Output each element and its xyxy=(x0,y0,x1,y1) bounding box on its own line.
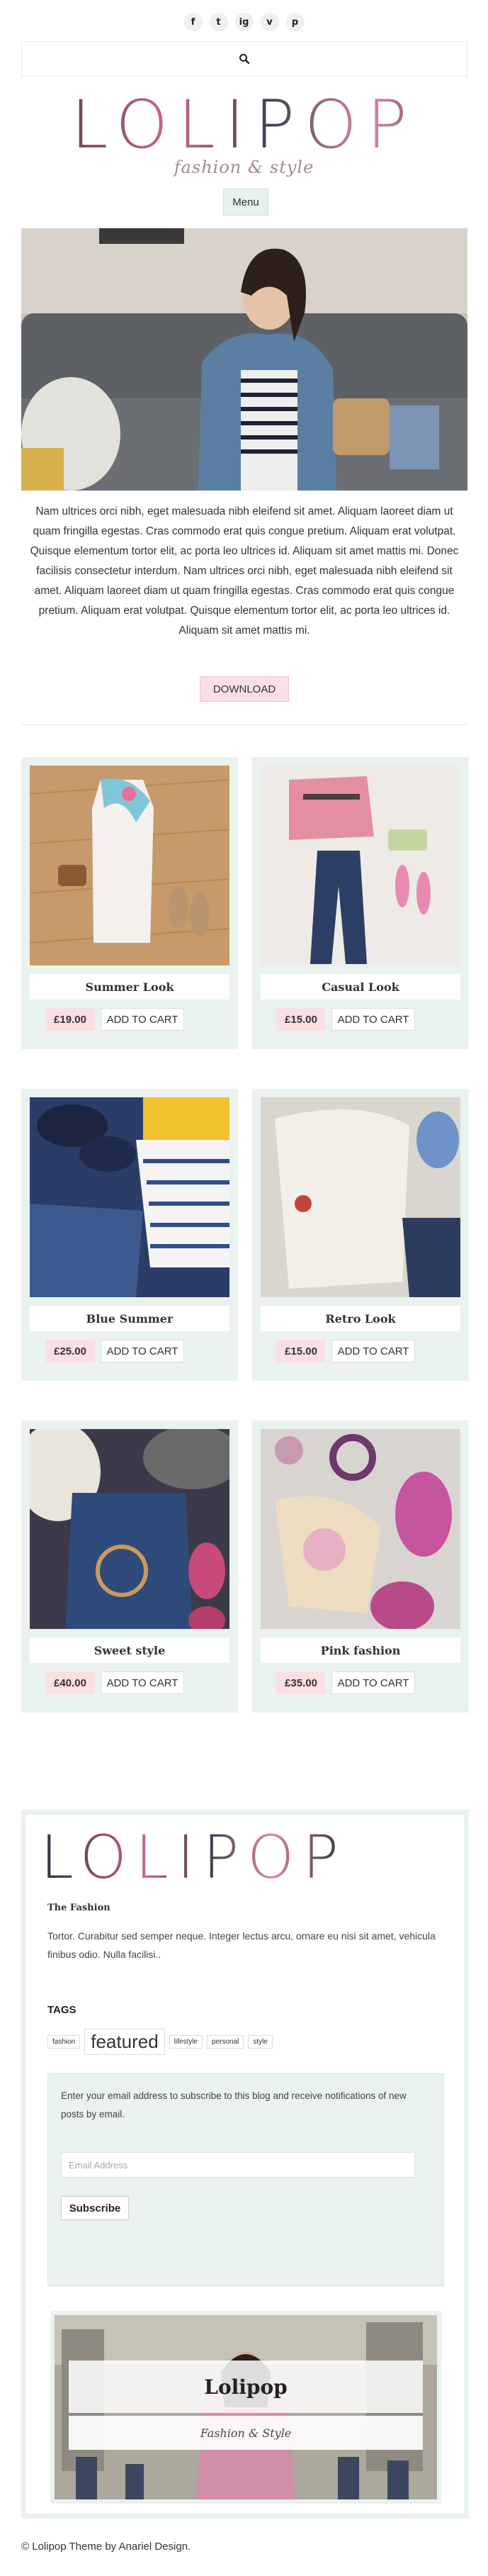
subscribe-button[interactable]: Subscribe xyxy=(61,2196,129,2220)
social-links: f t ig v p xyxy=(0,13,488,31)
product-image[interactable] xyxy=(30,766,229,965)
tag-link[interactable]: fashion xyxy=(47,2035,81,2049)
promo-subtitle: Fashion & Style xyxy=(69,2416,423,2450)
tag-link[interactable]: style xyxy=(248,2035,273,2049)
download-button[interactable]: DOWNLOAD xyxy=(200,676,289,702)
product-image[interactable] xyxy=(30,1097,229,1297)
footer-description: Tortor. Curabitur sed semper neque. Inte… xyxy=(47,1930,436,1960)
product-image[interactable] xyxy=(261,766,460,965)
search-input[interactable] xyxy=(21,41,467,77)
subscribe-widget: Enter your email address to subscribe to… xyxy=(47,2073,444,2286)
subscribe-text: Enter your email address to subscribe to… xyxy=(61,2090,407,2119)
add-to-cart-button[interactable]: ADD TO CART xyxy=(331,1340,415,1362)
product-title[interactable]: Retro Look xyxy=(261,1306,460,1331)
add-to-cart-button[interactable]: ADD TO CART xyxy=(101,1008,184,1031)
product-price: £15.00 xyxy=(276,1008,326,1031)
divider xyxy=(21,724,467,725)
pinterest-icon[interactable]: p xyxy=(285,13,305,31)
tag-link[interactable]: lifestyle xyxy=(169,2035,203,2049)
product-price: £40.00 xyxy=(45,1671,95,1694)
site-logo[interactable]: LOLIPOP fashion & style xyxy=(0,92,488,178)
product-card: Pink fashion £35.00 ADD TO CART xyxy=(252,1421,469,1713)
product-title[interactable]: Casual Look xyxy=(261,974,460,999)
product-card: Blue Summer £25.00 ADD TO CART xyxy=(21,1089,238,1381)
product-image[interactable] xyxy=(261,1097,460,1297)
menu-button[interactable]: Menu xyxy=(223,189,268,215)
intro-text: Nam ultrices orci nibh, eget malesuada n… xyxy=(30,505,459,637)
product-title[interactable]: Summer Look xyxy=(30,974,229,999)
product-title[interactable]: Blue Summer xyxy=(30,1306,229,1331)
tag-link[interactable]: featured xyxy=(84,2029,165,2055)
instagram-icon[interactable]: ig xyxy=(234,13,254,31)
product-card: Retro Look £15.00 ADD TO CART xyxy=(252,1089,469,1381)
product-image[interactable] xyxy=(261,1429,460,1629)
facebook-icon[interactable]: f xyxy=(183,13,203,31)
footer-widgets: LOLIPOP The Fashion Tortor. Curabitur se… xyxy=(21,1810,469,2519)
logo-text: LOLIPOP xyxy=(0,92,488,159)
product-title[interactable]: Sweet style xyxy=(30,1637,229,1663)
footer-credit[interactable]: © Lolipop Theme by Anariel Design. xyxy=(21,2541,191,2553)
product-card: Casual Look £15.00 ADD TO CART xyxy=(252,757,469,1049)
product-image[interactable] xyxy=(30,1429,229,1629)
add-to-cart-button[interactable]: ADD TO CART xyxy=(331,1671,415,1694)
twitter-icon[interactable]: t xyxy=(209,13,228,31)
product-price: £25.00 xyxy=(45,1340,95,1362)
product-card: Summer Look £19.00 ADD TO CART xyxy=(21,757,238,1049)
add-to-cart-button[interactable]: ADD TO CART xyxy=(101,1671,184,1694)
tag-link[interactable]: personal xyxy=(207,2035,244,2049)
tag-cloud: fashion featured lifestyle personal styl… xyxy=(47,2029,273,2055)
hero-image xyxy=(21,228,467,491)
promo-title: Lolipop xyxy=(69,2361,423,2413)
footer-logo[interactable]: LOLIPOP xyxy=(40,1827,347,1887)
product-price: £19.00 xyxy=(45,1008,95,1031)
product-price: £35.00 xyxy=(276,1671,326,1694)
add-to-cart-button[interactable]: ADD TO CART xyxy=(101,1340,184,1362)
product-price: £15.00 xyxy=(276,1340,326,1362)
promo-banner[interactable]: Lolipop Fashion & Style xyxy=(50,2311,441,2504)
add-to-cart-button[interactable]: ADD TO CART xyxy=(331,1008,415,1031)
product-card: Sweet style £40.00 ADD TO CART xyxy=(21,1421,238,1713)
search-icon xyxy=(239,54,250,65)
page: f t ig v p LOLIPOP fashion & style Menu xyxy=(0,0,488,2576)
product-title[interactable]: Pink fashion xyxy=(261,1637,460,1663)
email-field[interactable]: Email Address xyxy=(61,2152,415,2178)
tags-heading: TAGS xyxy=(47,2004,76,2016)
footer-subtitle: The Fashion xyxy=(47,1903,110,1913)
vimeo-icon[interactable]: v xyxy=(260,13,279,31)
